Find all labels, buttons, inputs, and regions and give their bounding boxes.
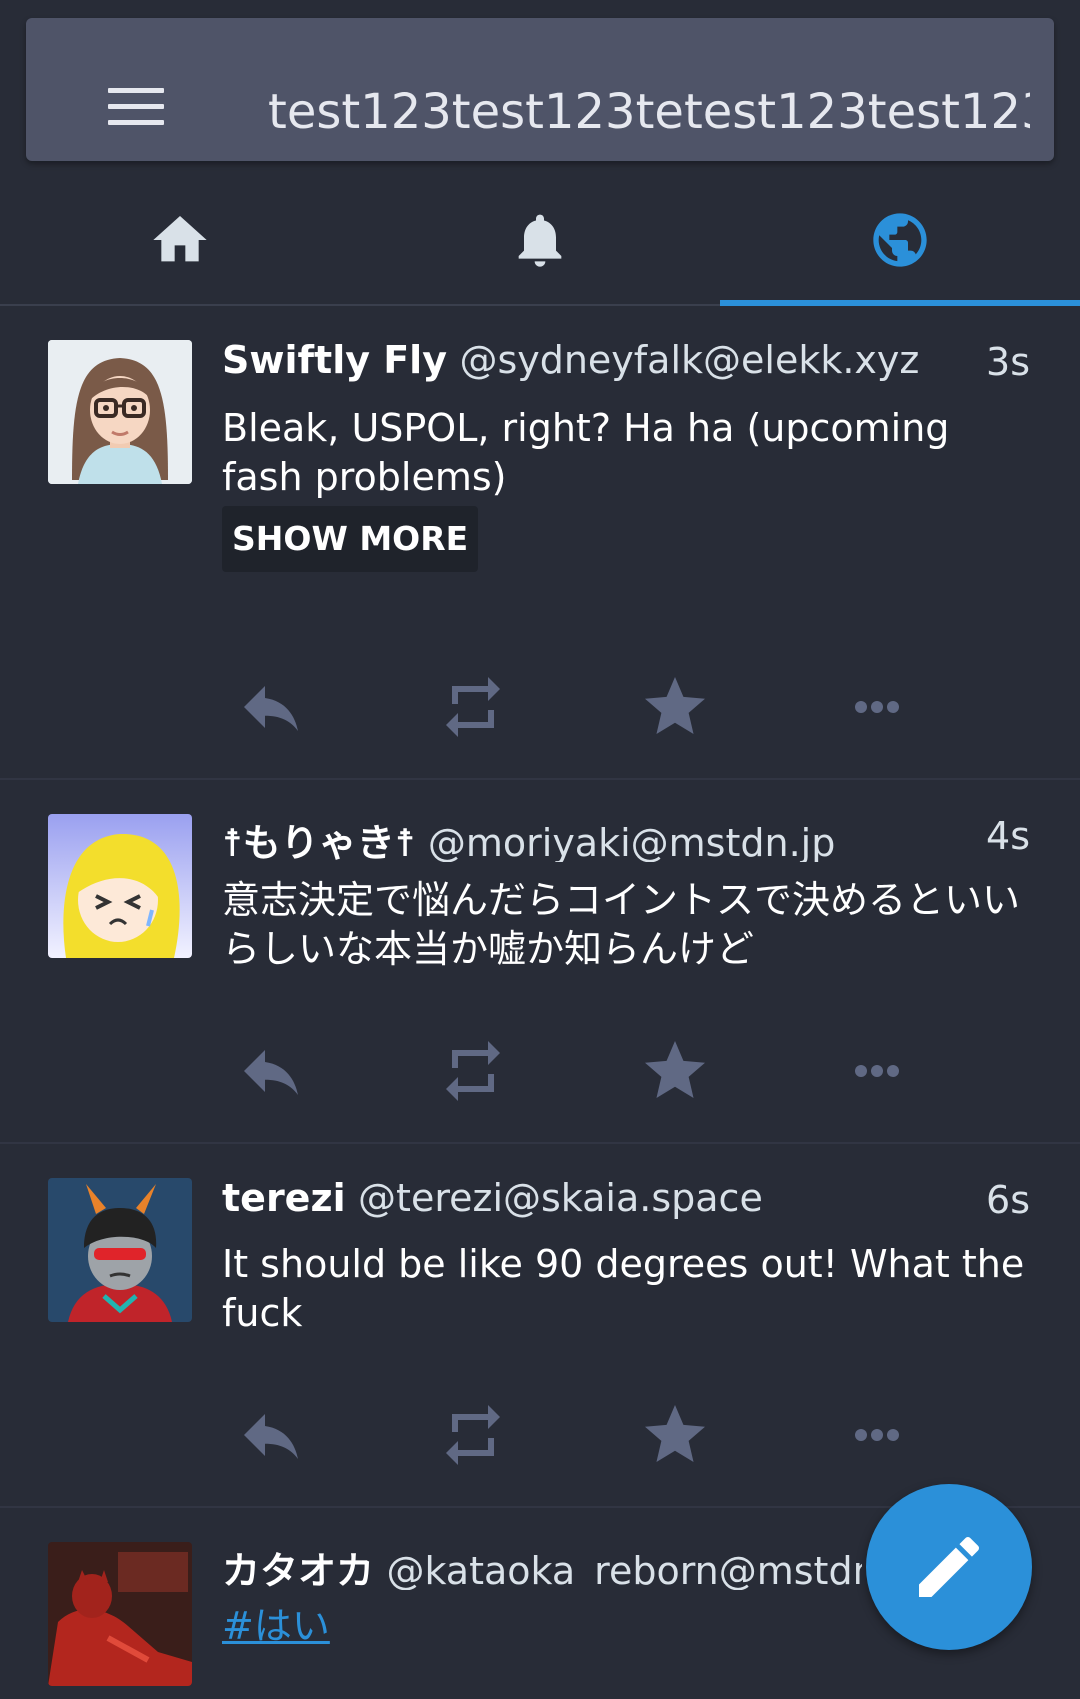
account-handle[interactable]: @sydneyfalk@elekk.xyz bbox=[459, 338, 919, 382]
pencil-icon bbox=[919, 1536, 980, 1597]
status-header: ☨もりゃき☨ @moriyaki@mstdn.jp bbox=[222, 812, 1030, 862]
globe-icon bbox=[873, 213, 927, 267]
boost-icon bbox=[446, 1405, 500, 1465]
reply-button[interactable] bbox=[226, 1026, 316, 1116]
status-header: Swiftly Fly @sydneyfalk@elekk.xyz bbox=[222, 338, 1030, 388]
favourite-button[interactable] bbox=[630, 1390, 720, 1480]
display-name[interactable]: ☨もりゃき☨ bbox=[222, 821, 415, 862]
status-content: It should be like 90 degrees out! What t… bbox=[222, 1242, 1025, 1335]
account-handle[interactable]: @moriyaki@mstdn.jp bbox=[428, 821, 835, 862]
show-more-button[interactable]: SHOW MORE bbox=[222, 506, 479, 572]
relative-time[interactable]: 4s bbox=[986, 814, 1030, 858]
menu-icon[interactable] bbox=[108, 88, 164, 126]
active-tab-indicator bbox=[720, 300, 1080, 306]
compose-button[interactable] bbox=[866, 1484, 1032, 1650]
more-button[interactable] bbox=[832, 1390, 922, 1480]
display-name[interactable]: terezi bbox=[222, 1176, 346, 1220]
account-handle[interactable]: @terezi@skaia.space bbox=[358, 1176, 763, 1220]
more-icon bbox=[855, 701, 899, 713]
status-item[interactable]: terezi @terezi@skaia.space 6s It should … bbox=[0, 1146, 1080, 1508]
account-handle[interactable]: @kataoka_reborn@mstdn.jp bbox=[386, 1549, 862, 1590]
reply-icon bbox=[244, 686, 298, 731]
home-icon bbox=[153, 216, 207, 262]
relative-time[interactable]: 3s bbox=[986, 340, 1030, 384]
boost-button[interactable] bbox=[428, 1390, 518, 1480]
favourite-icon bbox=[645, 677, 705, 734]
avatar[interactable] bbox=[48, 340, 192, 484]
more-icon bbox=[855, 1065, 899, 1077]
app-bar: test123test123tetest123test123 bbox=[26, 18, 1054, 161]
reply-button[interactable] bbox=[226, 662, 316, 752]
status-header: terezi @terezi@skaia.space bbox=[222, 1176, 1030, 1226]
boost-icon bbox=[446, 677, 500, 737]
more-icon bbox=[855, 1429, 899, 1441]
tab-notifications[interactable] bbox=[360, 180, 720, 306]
display-name[interactable]: カタオカ bbox=[222, 1549, 374, 1590]
reply-icon bbox=[244, 1414, 298, 1459]
relative-time[interactable]: 6s bbox=[986, 1178, 1030, 1222]
hashtag-link[interactable]: #はい bbox=[222, 1604, 330, 1648]
reply-button[interactable] bbox=[226, 1390, 316, 1480]
avatar[interactable] bbox=[48, 814, 192, 958]
bell-icon bbox=[518, 214, 562, 267]
tab-public[interactable] bbox=[720, 180, 1080, 306]
status-header: カタオカ @kataoka_reborn@mstdn.jp bbox=[222, 1540, 862, 1590]
favourite-button[interactable] bbox=[630, 662, 720, 752]
status-item[interactable]: ☨もりゃき☨ @moriyaki@mstdn.jp 4s 意志決定で悩んだらコイ… bbox=[0, 782, 1080, 1144]
status-content: 意志決定で悩んだらコイントスで決めるといいらしいな本当か嘘か知らんけど bbox=[222, 878, 1021, 971]
avatar[interactable] bbox=[48, 1542, 192, 1686]
more-button[interactable] bbox=[832, 662, 922, 752]
avatar[interactable] bbox=[48, 1178, 192, 1322]
tab-bar bbox=[0, 180, 1080, 306]
more-button[interactable] bbox=[832, 1026, 922, 1116]
reply-icon bbox=[244, 1050, 298, 1095]
status-item[interactable]: Swiftly Fly @sydneyfalk@elekk.xyz 3s Ble… bbox=[0, 308, 1080, 780]
app-bar-title: test123test123tetest123test123 bbox=[268, 84, 1030, 140]
boost-button[interactable] bbox=[428, 1026, 518, 1116]
tab-home[interactable] bbox=[0, 180, 360, 306]
display-name[interactable]: Swiftly Fly bbox=[222, 338, 447, 382]
boost-icon bbox=[446, 1041, 500, 1101]
boost-button[interactable] bbox=[428, 662, 518, 752]
status-content: Bleak, USPOL, right? Ha ha (upcoming fas… bbox=[222, 406, 950, 499]
favourite-icon bbox=[645, 1041, 705, 1098]
favourite-icon bbox=[645, 1405, 705, 1462]
favourite-button[interactable] bbox=[630, 1026, 720, 1116]
